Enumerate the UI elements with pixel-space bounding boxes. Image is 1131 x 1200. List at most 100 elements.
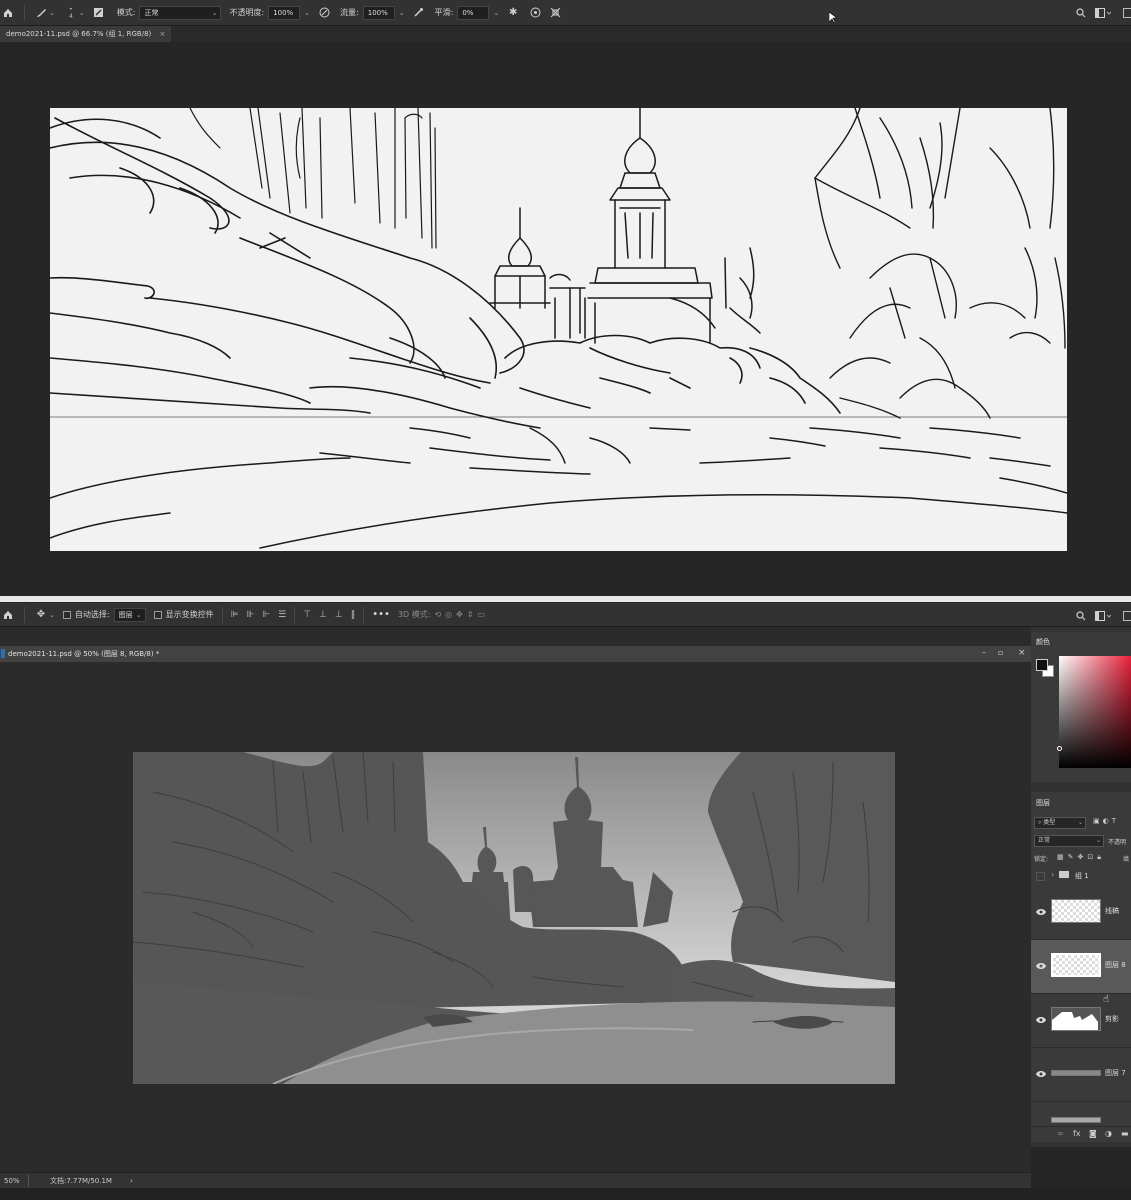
search-icon[interactable] <box>1076 611 1086 623</box>
line-sketch-canvas[interactable] <box>50 108 1067 551</box>
show-transform-checkbox[interactable] <box>153 610 162 619</box>
filter-type-icon[interactable]: T <box>1112 817 1119 825</box>
layer-kind-filter[interactable]: ⌕ 类型 ⌄ <box>1034 817 1086 829</box>
new-group-icon[interactable]: ▬ <box>1121 1129 1129 1138</box>
workspace-icon[interactable] <box>1095 8 1112 20</box>
layer-thumbnail <box>1051 1007 1101 1031</box>
blend-mode-select[interactable]: 正常 ⌄ <box>1034 835 1104 847</box>
screen-divider <box>0 596 1131 602</box>
align-left-icon[interactable]: ⊫ <box>231 610 239 620</box>
brush-preset-picker[interactable]: • 4 <box>63 5 79 21</box>
layer-group-row[interactable]: › 组 1 <box>1031 868 1131 886</box>
airbrush-icon[interactable] <box>411 5 427 21</box>
bottom-strip <box>0 1188 1131 1200</box>
align-bottom-icon[interactable]: ⊥ <box>335 610 343 620</box>
gear-icon[interactable]: ✱ <box>505 5 521 21</box>
align-vertical-buttons: ⊤ ⊥ ⊥ ‖ <box>303 610 355 620</box>
adjustment-layer-icon[interactable]: ◑ <box>1105 1129 1112 1138</box>
eye-icon[interactable] <box>1036 1016 1046 1024</box>
smoothing-label: 平滑: <box>434 8 454 17</box>
color-picker-field[interactable] <box>1059 656 1131 768</box>
auto-select-dropdown[interactable]: 图层 ⌄ <box>113 607 146 622</box>
share-icon[interactable] <box>1123 611 1131 621</box>
close-button[interactable]: × <box>1018 648 1026 658</box>
visibility-toggle-empty[interactable] <box>1036 872 1045 881</box>
separator <box>294 606 296 623</box>
lock-transparent-icon[interactable]: ▦ <box>1057 853 1068 861</box>
top-document-tab[interactable]: demo2021-11.psd @ 66.7% (组 1, RGB/8) × <box>0 26 172 42</box>
home-icon[interactable] <box>0 607 16 623</box>
3d-roll-icon[interactable]: ◎ <box>445 610 452 619</box>
search-icon[interactable] <box>1076 8 1086 20</box>
eye-icon[interactable] <box>1036 962 1046 970</box>
more-options-icon[interactable]: ••• <box>372 609 390 620</box>
distribute-vertical-icon[interactable]: ‖ <box>351 610 356 620</box>
document-window-title: demo2021-11.psd @ 50% (图层 8, RGB/8) * <box>8 650 160 658</box>
filter-adjust-icon[interactable]: ◐ <box>1103 817 1112 825</box>
align-top-icon[interactable]: ⊤ <box>303 610 311 620</box>
layer-style-icon[interactable]: fx <box>1073 1129 1081 1138</box>
layer-row[interactable]: 图层 7 <box>1031 1048 1131 1102</box>
layer-mask-icon[interactable]: ◙ <box>1089 1129 1097 1138</box>
link-layers-icon[interactable]: ∞ <box>1057 1129 1064 1138</box>
home-icon[interactable] <box>0 5 16 21</box>
chevron-down-icon[interactable]: ⌄ <box>493 9 499 17</box>
chevron-down-icon[interactable]: ⌄ <box>79 9 85 17</box>
layer-row-selected[interactable]: 图层 8 <box>1031 940 1131 994</box>
lock-icons: ▦✎✥⊡🔒︎ <box>1057 853 1105 862</box>
separator <box>221 606 223 623</box>
color-picker-handle[interactable] <box>1057 746 1062 751</box>
align-middle-icon[interactable]: ⊥ <box>319 610 327 620</box>
3d-scale-icon[interactable]: ▭ <box>478 610 486 619</box>
brush-tool-icon[interactable] <box>33 5 49 21</box>
chevron-down-icon[interactable]: ⌄ <box>49 9 55 17</box>
lock-pixels-icon[interactable]: ✎ <box>1068 853 1078 861</box>
share-icon[interactable] <box>1123 8 1131 18</box>
pressure-size-icon[interactable] <box>527 5 543 21</box>
lock-position-icon[interactable]: ✥ <box>1078 853 1088 861</box>
chevron-down-icon[interactable]: ⌄ <box>49 611 55 619</box>
chevron-down-icon[interactable]: ⌄ <box>399 9 405 17</box>
close-icon[interactable]: × <box>160 30 166 38</box>
3d-mode-control: 3D 模式: ⟲ ◎ ✥ ⇕ ▭ <box>398 609 485 620</box>
3d-slide-icon[interactable]: ⇕ <box>467 610 474 619</box>
foreground-color-swatch[interactable] <box>1036 659 1048 671</box>
3d-pan-icon[interactable]: ✥ <box>456 610 463 619</box>
layer-row[interactable]: 剪影 <box>1031 994 1131 1048</box>
auto-select-control: 自动选择: 图层 ⌄ <box>62 607 146 622</box>
chevron-right-icon[interactable]: › <box>1051 870 1054 879</box>
smoothing-input[interactable]: 0% <box>457 5 490 20</box>
pressure-opacity-icon[interactable] <box>316 5 332 21</box>
flow-input[interactable]: 100% <box>362 5 395 20</box>
chevron-down-icon: ⌄ <box>1077 819 1083 826</box>
auto-select-checkbox[interactable] <box>62 610 71 619</box>
zoom-level[interactable]: 50% <box>4 1173 20 1189</box>
symmetry-icon[interactable] <box>547 5 563 21</box>
brush-settings-icon[interactable] <box>91 5 107 21</box>
move-tool-icon[interactable]: ✥ <box>33 607 49 623</box>
status-arrow[interactable]: › <box>130 1173 133 1189</box>
align-center-icon[interactable]: ⊪ <box>246 610 254 620</box>
eye-icon[interactable] <box>1036 1070 1046 1078</box>
workspace-icon[interactable] <box>1095 611 1112 623</box>
maximize-button[interactable]: ▫ <box>998 648 1003 657</box>
align-right-icon[interactable]: ⊩ <box>262 610 270 620</box>
chevron-down-icon: ⌄ <box>211 8 218 17</box>
layers-panel-tab[interactable]: 图层 <box>1036 798 1050 808</box>
show-transform-label: 显示变换控件 <box>165 610 214 619</box>
color-panel-tab[interactable]: 颜色 <box>1036 637 1050 647</box>
distribute-icon[interactable]: ☰ <box>278 610 286 620</box>
chevron-down-icon[interactable]: ⌄ <box>304 9 310 17</box>
layer-row[interactable]: 线稿 <box>1031 886 1131 940</box>
silhouette-canvas[interactable] <box>133 752 895 1084</box>
lock-artboard-icon[interactable]: ⊡ <box>1087 853 1097 861</box>
3d-rotate-icon[interactable]: ⟲ <box>434 610 441 619</box>
lock-all-icon[interactable]: 🔒︎ <box>1097 853 1105 861</box>
minimize-button[interactable]: – <box>982 648 986 657</box>
layer-thumbnail <box>1051 953 1101 977</box>
mode-select[interactable]: 正常 ⌄ <box>139 5 222 20</box>
opacity-input[interactable]: 100% <box>268 5 301 20</box>
document-window-titlebar[interactable]: demo2021-11.psd @ 50% (图层 8, RGB/8) * – … <box>0 646 1031 662</box>
eye-icon[interactable] <box>1036 908 1046 916</box>
filter-pixel-icon[interactable]: ▣ <box>1093 817 1103 825</box>
